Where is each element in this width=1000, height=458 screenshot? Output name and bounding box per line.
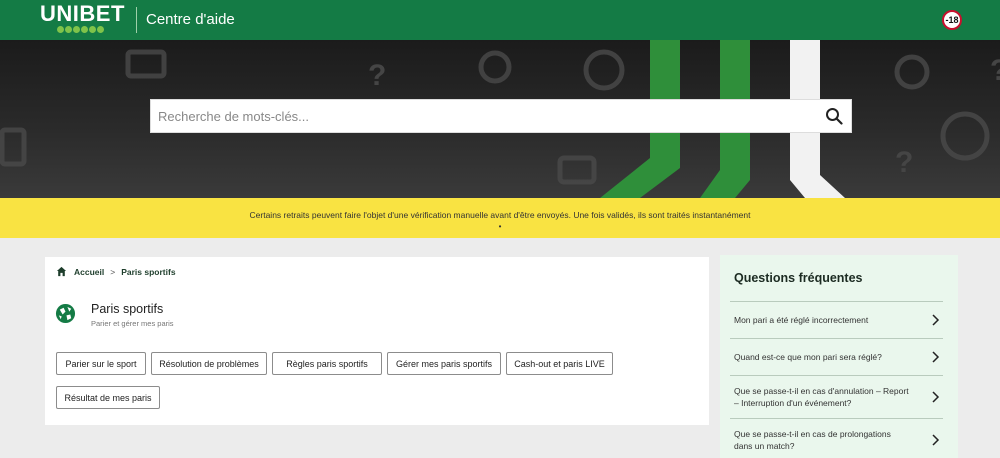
faq-question: Mon pari a été réglé incorrectement — [734, 315, 869, 325]
hero-banner: ? ? ? — [0, 40, 1000, 198]
category-title: Paris sportifs — [91, 302, 164, 316]
breadcrumb: Accueil > Paris sportifs — [56, 266, 176, 277]
faq-question: Que se passe-t-il en cas d'annulation – … — [734, 386, 909, 408]
topic-button[interactable]: Règles paris sportifs — [272, 352, 382, 375]
notice-banner: Certains retraits peuvent faire l'objet … — [0, 198, 1000, 238]
svg-text:?: ? — [368, 59, 386, 92]
category-card: Accueil > Paris sportifs Paris sportifs … — [45, 257, 709, 425]
logo-dots — [57, 26, 125, 33]
logo-text: UNIBET — [40, 1, 125, 26]
faq-title: Questions fréquentes — [734, 271, 863, 285]
search-icon[interactable] — [825, 107, 843, 125]
topic-button[interactable]: Résolution de problèmes — [151, 352, 267, 375]
site-title[interactable]: Centre d'aide — [146, 11, 235, 28]
header-divider — [136, 7, 137, 33]
svg-text:?: ? — [990, 54, 1000, 87]
faq-question: Que se passe-t-il en cas de prolongation… — [734, 428, 891, 451]
chevron-right-icon — [932, 391, 940, 403]
search-bar — [150, 99, 852, 133]
top-bar: UNIBET Centre d'aide -18 — [0, 0, 1000, 40]
faq-panel: Questions fréquentes Mon pari a été régl… — [720, 255, 958, 458]
topic-button[interactable]: Résultat de mes paris — [56, 386, 160, 409]
topic-button[interactable]: Gérer mes paris sportifs — [387, 352, 501, 375]
breadcrumb-current[interactable]: Paris sportifs — [121, 267, 175, 277]
faq-item[interactable]: Quand est-ce que mon pari sera réglé? — [730, 338, 943, 375]
topic-button[interactable]: Cash-out et paris LIVE — [506, 352, 613, 375]
breadcrumb-separator: > — [110, 266, 116, 277]
faq-question: Quand est-ce que mon pari sera réglé? — [734, 352, 882, 362]
chevron-right-icon — [932, 314, 940, 326]
faq-item[interactable]: Mon pari a été réglé incorrectement — [730, 301, 943, 338]
sports-ball-icon — [55, 303, 76, 324]
notice-text: Certains retraits peuvent faire l'objet … — [249, 210, 751, 220]
faq-item[interactable]: Que se passe-t-il en cas de prolongation… — [730, 418, 943, 458]
chevron-right-icon — [932, 433, 940, 446]
unibet-logo[interactable]: UNIBET — [40, 3, 125, 33]
svg-text:?: ? — [895, 146, 913, 179]
category-subtitle: Parier et gérer mes paris — [91, 319, 174, 328]
age-restriction-icon: -18 — [942, 10, 962, 30]
chevron-right-icon — [932, 351, 940, 363]
breadcrumb-home[interactable]: Accueil — [74, 267, 104, 277]
home-icon[interactable] — [56, 266, 67, 277]
search-input[interactable] — [151, 100, 811, 132]
faq-item[interactable]: Que se passe-t-il en cas d'annulation – … — [730, 375, 943, 418]
topic-button[interactable]: Parier sur le sport — [56, 352, 146, 375]
banner-dot: • — [498, 222, 502, 231]
